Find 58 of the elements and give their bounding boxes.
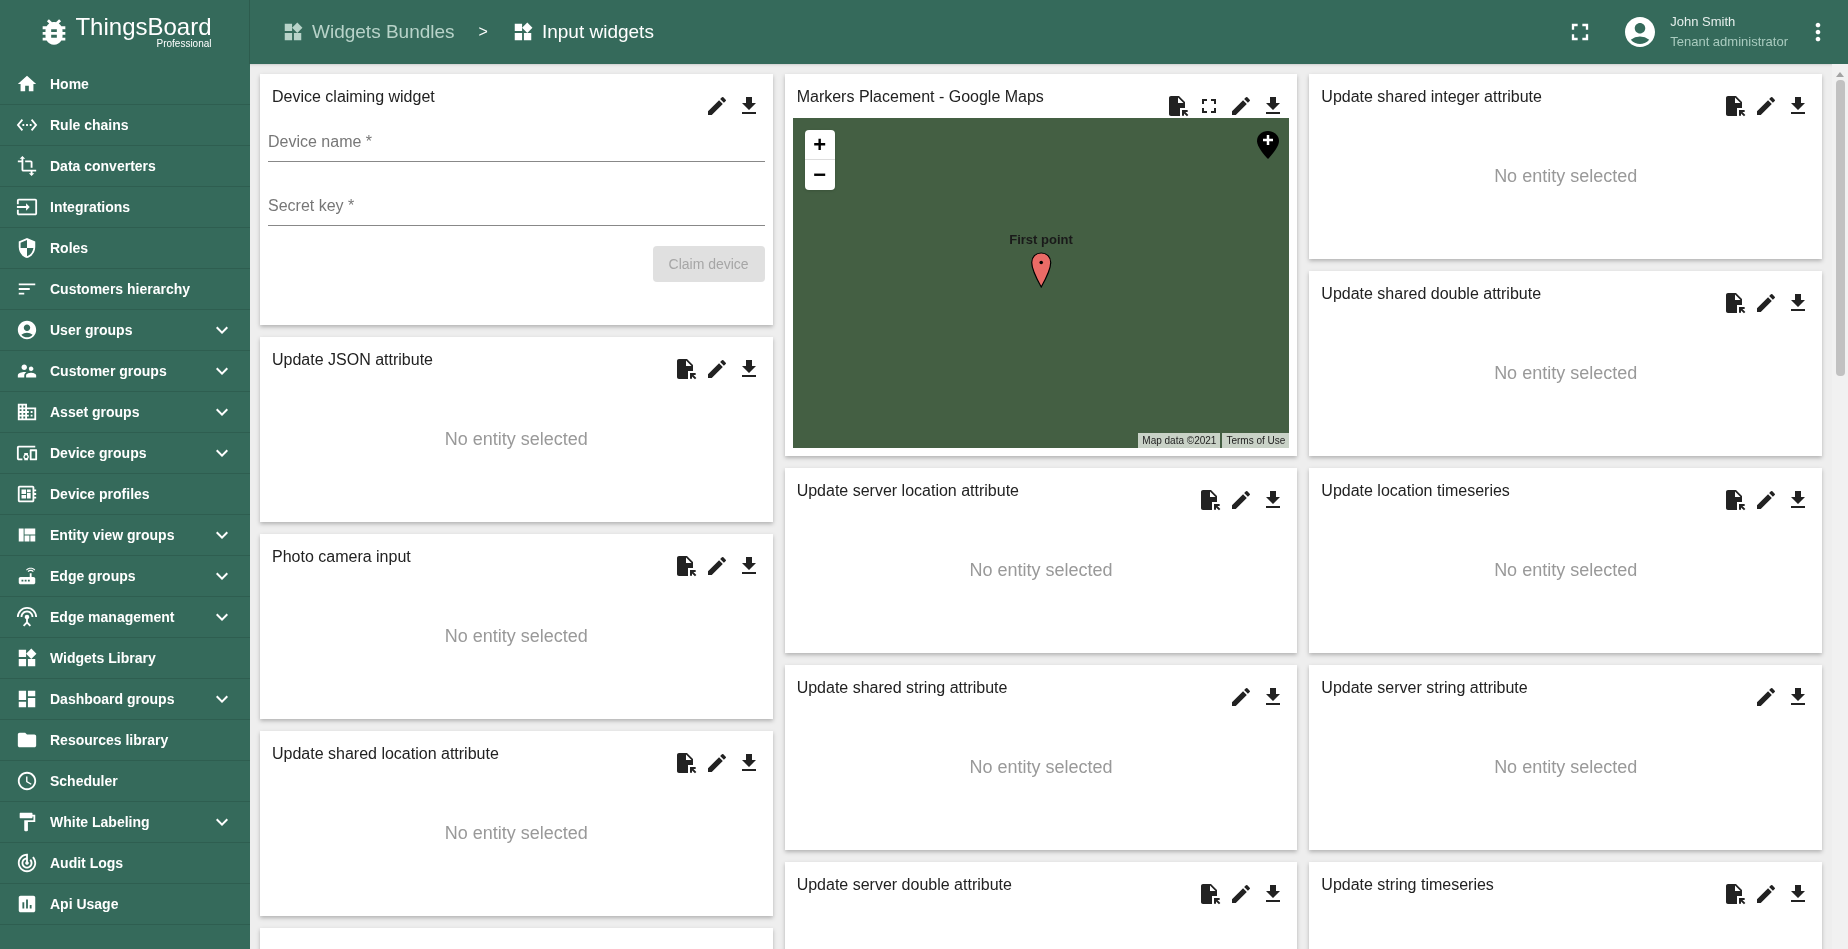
user-name: John Smith	[1670, 13, 1737, 31]
empty-message: No entity selected	[444, 428, 588, 451]
map[interactable]: + − First point Map data ©2021 Terms of Use	[792, 118, 1290, 448]
sidebar-item[interactable]: Scheduler	[0, 761, 250, 802]
logo-edition: Professional	[156, 39, 212, 49]
sidebar-item[interactable]: Edge management	[0, 597, 250, 638]
sidebar-item[interactable]: Roles	[0, 228, 250, 269]
empty-message: No entity selected	[969, 559, 1113, 582]
sidebar-item[interactable]: Audit Logs	[0, 843, 250, 884]
breadcrumb-separator: >	[477, 22, 489, 42]
sidebar-item[interactable]: Device profiles	[0, 474, 250, 515]
widget-title: Update shared integer attribute	[1321, 87, 1542, 107]
sidebar-item[interactable]: Home	[0, 64, 250, 105]
sidebar-item[interactable]: Dashboard groups	[0, 679, 250, 720]
empty-message: No entity selected	[444, 625, 588, 648]
widget-title: Device claiming widget	[272, 87, 435, 107]
sidebar-item[interactable]: Customer groups	[0, 351, 250, 392]
sidebar-item[interactable]: Resources library	[0, 720, 250, 761]
widget-title: Update server location attribute	[796, 481, 1019, 501]
sidebar-item[interactable]: Asset groups	[0, 392, 250, 433]
map-attribution: Map data ©2021	[1138, 433, 1221, 448]
sidebar-item[interactable]: Api Usage	[0, 884, 250, 925]
text-field[interactable]: Secret key *	[268, 186, 765, 226]
empty-message: No entity selected	[969, 756, 1113, 779]
zoom-out-button[interactable]: −	[804, 160, 835, 190]
empty-message: No entity selected	[1494, 165, 1638, 188]
sidebar-item[interactable]: White Labeling	[0, 802, 250, 843]
sidebar-item[interactable]: Entity view groups	[0, 515, 250, 556]
logo-name: ThingsBoard	[75, 15, 212, 39]
empty-message: No entity selected	[1494, 362, 1638, 385]
sidebar-item[interactable]: Customers hierarchy	[0, 269, 250, 310]
breadcrumb-link[interactable]: Widgets Bundles	[282, 17, 455, 47]
sidebar-item[interactable]: Widgets Library	[0, 638, 250, 679]
marker-label: First point	[1009, 231, 1073, 249]
text-field[interactable]: Device name *	[268, 122, 765, 162]
widget-title: Photo camera input	[272, 547, 411, 567]
widget-title: Update shared location attribute	[272, 744, 499, 764]
widget-title: Update location timeseries	[1321, 481, 1510, 501]
widget-title: Update server double attribute	[796, 875, 1012, 895]
widget-title: Update server string attribute	[1321, 678, 1528, 698]
empty-message: No entity selected	[1494, 756, 1638, 779]
sidebar-item[interactable]: User groups	[0, 310, 250, 351]
zoom-in-button[interactable]: +	[804, 130, 835, 160]
sidebar-item[interactable]: Data converters	[0, 146, 250, 187]
widget-title: Update string timeseries	[1321, 875, 1494, 895]
terms-link[interactable]: Terms of Use	[1222, 433, 1290, 448]
widget-title: Update JSON attribute	[272, 350, 433, 370]
empty-message: No entity selected	[444, 822, 588, 845]
widget-title: Markers Placement - Google Maps	[796, 87, 1044, 107]
sidebar-item[interactable]: Rule chains	[0, 105, 250, 146]
sidebar-item[interactable]: Integrations	[0, 187, 250, 228]
empty-message: No entity selected	[1494, 559, 1638, 582]
sidebar-item[interactable]: Edge groups	[0, 556, 250, 597]
user-role: Tenant administrator	[1670, 33, 1788, 51]
sidebar-item[interactable]: Device groups	[0, 433, 250, 474]
widget-title: Update shared double attribute	[1321, 284, 1542, 304]
widget-title: Update shared string attribute	[796, 678, 1008, 698]
breadcrumb-link[interactable]: Input widgets	[511, 17, 654, 47]
